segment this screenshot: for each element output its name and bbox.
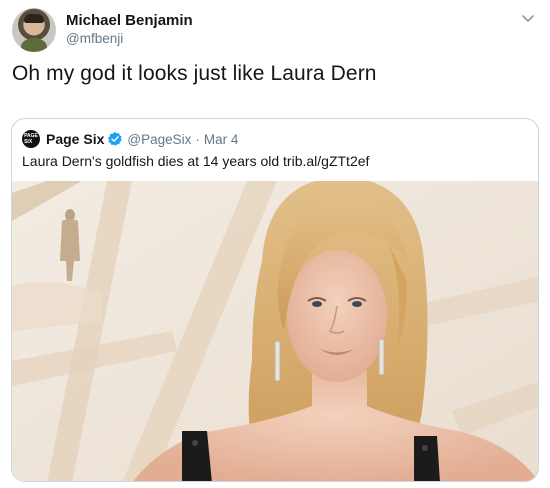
- author-avatar[interactable]: [12, 8, 56, 52]
- quoted-tweet-photo[interactable]: [12, 181, 538, 481]
- photo-of-laura-dern: [12, 181, 538, 481]
- chevron-down-icon[interactable]: [520, 10, 536, 26]
- quoted-tweet-card[interactable]: PAGE SIX Page Six @PageSix · Mar 4 Laura …: [11, 118, 539, 482]
- author-handle[interactable]: @mfbenji: [66, 31, 123, 46]
- author-name[interactable]: Michael Benjamin: [66, 12, 193, 29]
- quoted-tweet-date[interactable]: Mar 4: [204, 132, 239, 147]
- quoted-author-avatar[interactable]: PAGE SIX: [22, 130, 40, 148]
- tweet-text: Oh my god it looks just like Laura Dern: [12, 62, 377, 85]
- quoted-tweet-meta: PAGE SIX Page Six @PageSix · Mar 4: [22, 129, 238, 149]
- quoted-author-handle[interactable]: @PageSix: [127, 132, 191, 147]
- quoted-tweet-text: Laura Dern's goldfish dies at 14 years o…: [22, 153, 370, 169]
- verified-badge-icon: [108, 132, 123, 146]
- quoted-author-name[interactable]: Page Six: [46, 131, 104, 147]
- tweet-header: Michael Benjamin @mfbenji: [12, 8, 538, 58]
- meta-separator: ·: [195, 131, 200, 147]
